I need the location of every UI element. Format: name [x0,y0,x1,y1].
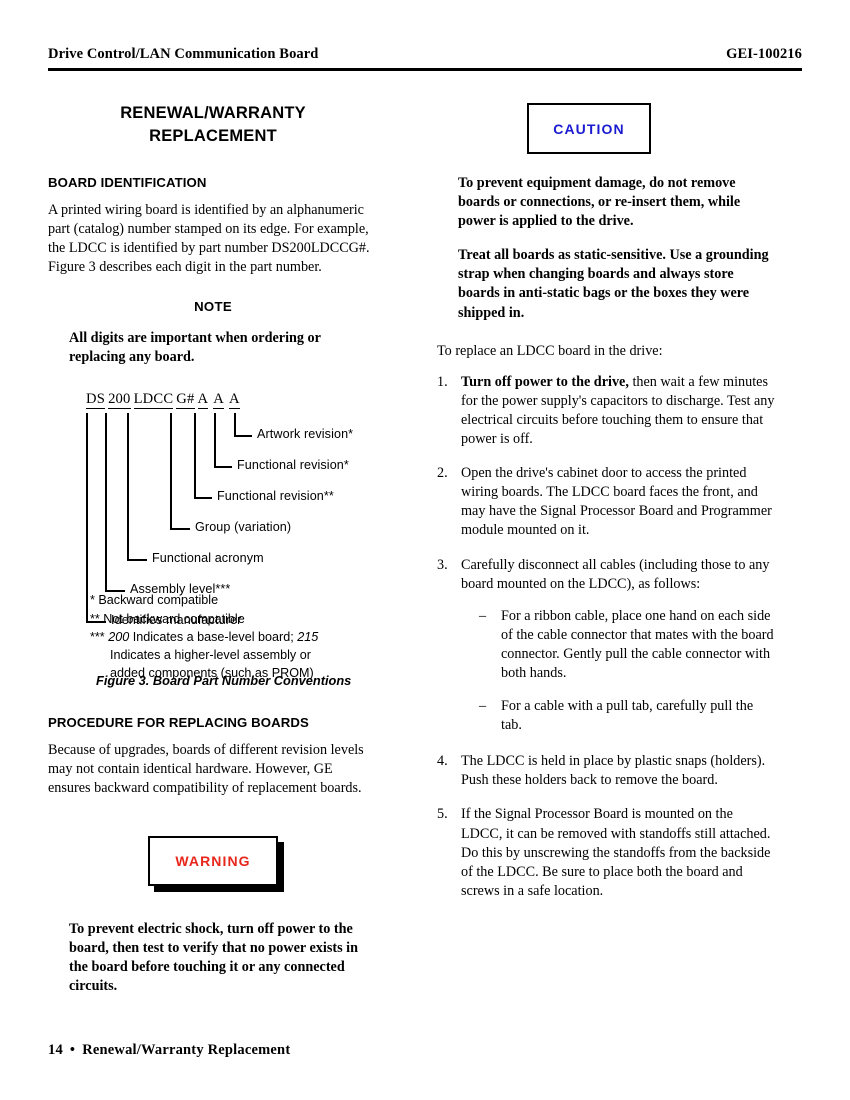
header-document-number: GEI-100216 [726,46,802,62]
substep-2-text: For a cable with a pull tab, carefully p… [501,698,754,734]
footnote-one-star: * Backward compatible [90,593,219,608]
leader-elbow-functional-revision-1 [214,466,232,469]
section-heading-procedure: PROCEDURE FOR REPLACING BOARDS [48,715,309,731]
footer-bullet-icon: • [69,1042,76,1058]
footnote-three-star-line-2: Indicates a higher-level assembly or [110,648,311,663]
pn-segment-assembly-level: 200 [108,391,131,410]
step-2-text: Open the drive's cabinet door to access … [461,465,772,539]
document-page: Drive Control/LAN Communication Board GE… [0,0,850,1100]
step-item-2: 2. Open the drive's cabinet door to acces… [437,464,777,540]
leader-line-group [170,413,172,529]
chapter-title: RENEWAL/WARRANTY REPLACEMENT [48,102,378,149]
leader-line-functional-acronym [127,413,129,560]
step-number-2: 2. [437,465,448,482]
leader-line-assembly-level [105,413,107,591]
footnote-two-star: ** Not backward compatible [90,611,245,626]
step-number-4: 4. [437,753,448,770]
replacement-steps-list: 1. Turn off power to the drive, then wait… [437,373,777,901]
callout-functional-acronym: Functional acronym [152,551,264,566]
step-number-3: 3. [437,556,448,573]
leader-line-functional-revision-2 [194,413,196,498]
step-1-bold-lead: Turn off power to the drive, [461,373,629,390]
substep-dash-2: – [479,698,487,715]
substep-1-text: For a ribbon cable, place one hand on ea… [501,607,774,681]
pn-segment-artwork-revision: A [229,391,240,410]
leader-elbow-group [170,528,190,531]
figure-footnotes: * Backward compatible ** Not backward co… [90,591,378,682]
step-item-3: 3. Carefully disconnect all cables (inclu… [437,556,777,736]
pn-segment-functional-revision-2: A [197,391,209,410]
header-rule [48,68,802,71]
pn-segment-group: G# [176,391,195,410]
footer-section-title: Renewal/Warranty Replacement [82,1042,291,1058]
footnote-three-star-text: Indicates a base-level board; [132,629,294,644]
substep-dash-1: – [479,607,487,624]
left-column: RENEWAL/WARRANTY REPLACEMENT BOARD IDENT… [48,96,378,996]
part-number-string: DS 200 LDCC G# A A A [86,391,245,410]
figure-3-caption: Figure 3. Board Part Number Conventions [96,673,352,689]
step-5-text: If the Signal Processor Board is mounted… [461,806,771,899]
procedure-paragraph: Because of upgrades, boards of different… [48,742,364,797]
step-4-text: The LDCC is held in place by plastic sna… [461,753,766,789]
page-footer: 14 • Renewal/Warranty Replacement [48,1042,290,1059]
step-item-4: 4. The LDCC is held in place by plastic s… [437,752,777,790]
footnote-three-star-marker: *** [90,629,105,644]
callout-functional-revision-2: Functional revision** [217,489,334,504]
figure-3-part-number-conventions: DS 200 LDCC G# A A A Artwork revision* Functio… [48,391,378,697]
warning-admonition: WARNING [48,835,378,898]
pn-segment-manufacturer: DS [86,391,106,410]
leader-line-artwork-revision [234,413,236,436]
chapter-title-line-2: REPLACEMENT [149,127,277,146]
footer-page-number: 14 [48,1042,63,1058]
running-header: Drive Control/LAN Communication Board GE… [48,46,802,63]
pn-segment-functional-acronym: LDCC [133,391,174,410]
warning-body-text: To prevent electric shock, turn off powe… [69,920,358,994]
caution-body-text-1: To prevent equipment damage, do not remo… [458,175,741,230]
step-number-5: 5. [437,806,448,823]
warning-box-label: WARNING [148,835,278,886]
chapter-title-line-1: RENEWAL/WARRANTY [120,104,306,122]
callout-functional-revision-1: Functional revision* [237,458,349,473]
leader-line-functional-revision-1 [214,413,216,467]
header-left-title: Drive Control/LAN Communication Board [48,46,319,62]
caution-admonition: CAUTION [437,96,777,158]
callout-artwork-revision: Artwork revision* [257,427,354,442]
section-heading-board-identification: BOARD IDENTIFICATION [48,174,207,190]
footnote-value-215: 215 [297,629,319,644]
step-item-1: 1. Turn off power to the drive, then wait… [437,373,777,449]
right-column: CAUTION To prevent equipment damage, do … [437,96,777,901]
step-3-substeps: – For a ribbon cable, place one hand on e… [461,607,777,736]
leader-line-identifies-manufacturer [86,413,88,622]
substep-item-1: – For a ribbon cable, place one hand on e… [479,607,777,683]
caution-body-text-2: Treat all boards as static-sensitive. Us… [458,247,769,321]
footnote-three-star: *** 200 Indicates a base-level board; 21… [90,628,378,646]
step-3-text: Carefully disconnect all cables (includi… [461,556,770,592]
leader-elbow-artwork-revision [234,435,252,438]
note-body: All digits are important when ordering o… [69,330,321,366]
substep-item-2: – For a cable with a pull tab, carefully … [479,697,777,735]
step-item-5: 5. If the Signal Processor Board is mount… [437,805,777,900]
step-number-1: 1. [437,373,448,390]
replace-intro-text: To replace an LDCC board in the drive: [437,342,663,359]
note-title: NOTE [194,299,232,315]
leader-elbow-functional-revision-2 [194,497,212,500]
caution-box-label: CAUTION [527,103,651,154]
footnote-value-200: 200 [108,629,130,644]
pn-segment-functional-revision-1: A [213,391,225,410]
callout-group-variation: Group (variation) [195,520,292,535]
board-identification-paragraph: A printed wiring board is identified by … [48,201,370,276]
leader-elbow-functional-acronym [127,559,147,562]
